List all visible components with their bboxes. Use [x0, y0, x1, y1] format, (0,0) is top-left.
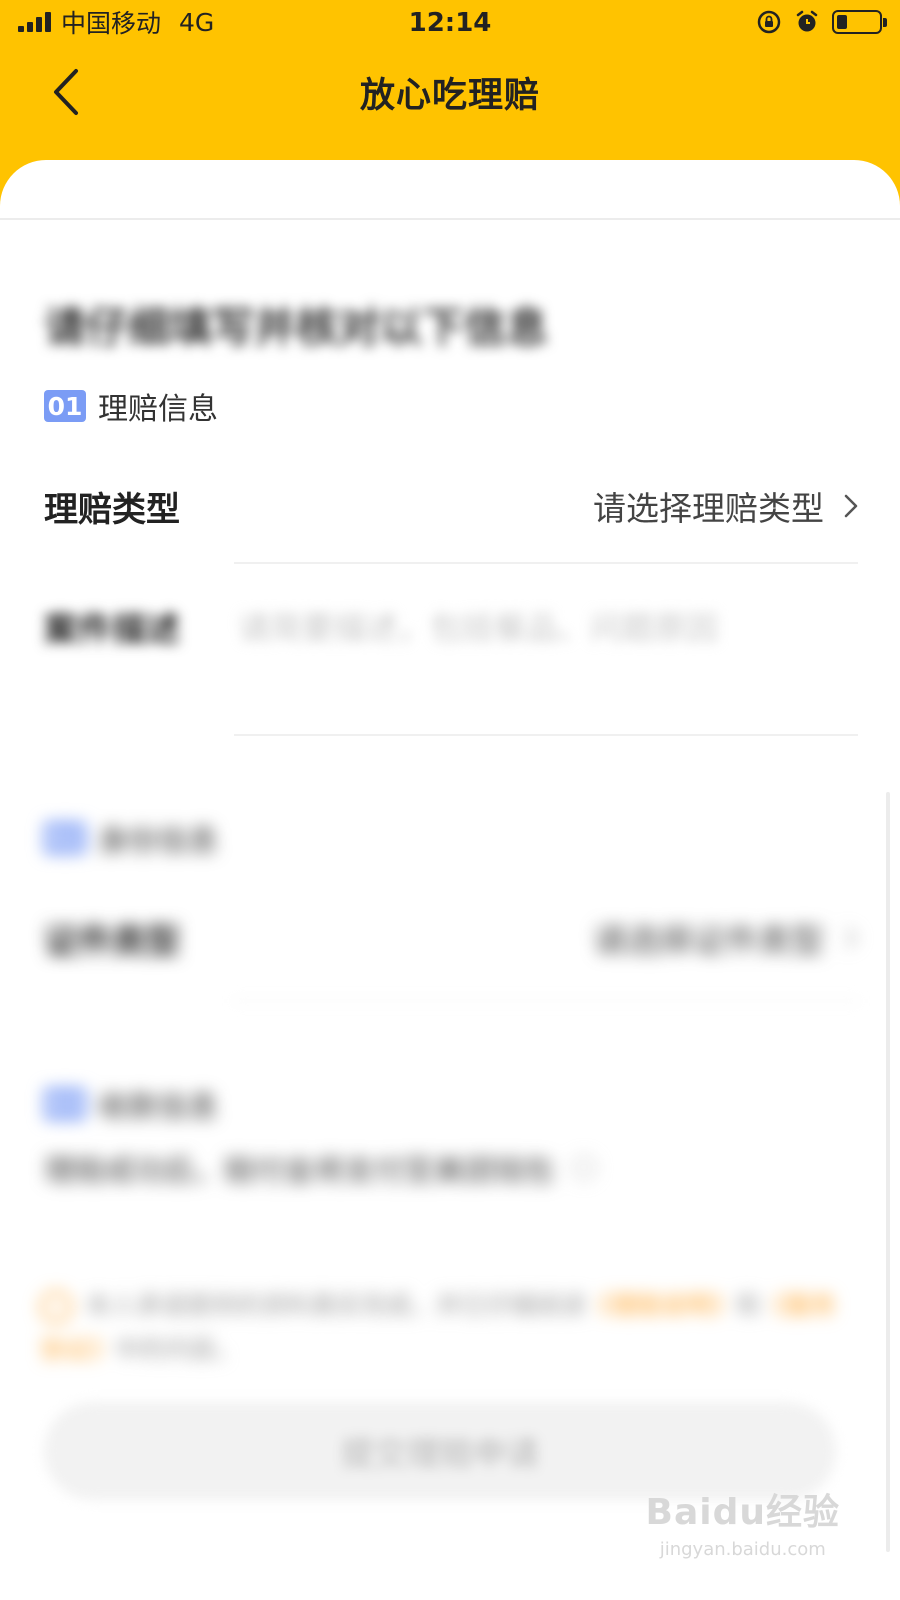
section-number-badge: 02: [44, 822, 86, 854]
page-title: 放心吃理赔: [359, 75, 540, 116]
payout-note: 理赔成功后，赔付金将支付至美团钱包: [44, 1154, 554, 1189]
section-title: 理赔信息: [98, 392, 218, 427]
section-title: 身份信息: [98, 824, 218, 859]
divider: [234, 1000, 858, 1002]
watermark-url: jingyan.baidu.com: [659, 1539, 826, 1560]
divider: [0, 218, 900, 220]
baidu-watermark: Baidu经验 jingyan.baidu.com: [646, 1483, 840, 1560]
section-header-payment-info: 03 收款信息: [44, 1082, 218, 1126]
status-bar: 中国移动 4G 12:14: [0, 0, 900, 44]
section-number-badge: 01: [44, 390, 86, 422]
navigation-bar: 放心吃理赔: [0, 44, 900, 140]
info-icon[interactable]: [572, 1156, 596, 1180]
section-header-identity-info: 02 身份信息: [44, 816, 218, 860]
section-header-claim-info: 01 理赔信息: [44, 384, 218, 428]
section-number-badge: 03: [44, 1088, 86, 1120]
id-type-label: 证件类型: [44, 921, 180, 962]
battery-icon: [832, 10, 887, 34]
back-button[interactable]: [46, 68, 86, 116]
claim-form-card: 请仔细填写并核对以下信息 01 理赔信息 理赔类型 请选择理赔类型 案件描述 请…: [0, 160, 900, 1600]
case-description-label: 案件描述: [44, 609, 180, 650]
claim-type-select[interactable]: 请选择理赔类型: [593, 482, 858, 530]
case-description-input[interactable]: 请简要描述，包括餐品、问题原因: [238, 603, 718, 649]
case-description-row[interactable]: 案件描述 请简要描述，包括餐品、问题原因: [44, 600, 858, 652]
scrollbar[interactable]: [886, 792, 890, 1552]
agreement-conjunction: 和: [736, 1291, 762, 1320]
claim-terms-link[interactable]: 《理赔说明》: [586, 1291, 736, 1320]
battery-level: [837, 15, 847, 29]
chevron-right-icon: [844, 926, 858, 950]
agreement-text: 本人承诺提供的资料真实完成，并已仔细阅读: [86, 1291, 587, 1320]
divider: [234, 734, 858, 736]
claim-type-row[interactable]: 理赔类型 请选择理赔类型: [44, 480, 858, 532]
checkbox-icon[interactable]: [40, 1291, 72, 1323]
id-type-row[interactable]: 证件类型 请选择证件类型: [44, 912, 858, 964]
form-intro-text: 请仔细填写并核对以下信息: [44, 303, 549, 352]
watermark-logo-text: Baidu经验: [645, 1492, 840, 1533]
section-title: 收款信息: [98, 1090, 218, 1125]
claim-type-placeholder: 请选择理赔类型: [593, 489, 824, 528]
id-type-placeholder: 请选择证件类型: [593, 921, 824, 960]
claim-type-label: 理赔类型: [44, 489, 180, 530]
chevron-right-icon: [844, 494, 858, 518]
status-time: 12:14: [408, 8, 492, 38]
id-type-select[interactable]: 请选择证件类型: [593, 914, 858, 962]
payout-note-row: 理赔成功后，赔付金将支付至美团钱包: [44, 1144, 858, 1192]
agreement-text-end: 中的内容。: [115, 1335, 241, 1364]
divider: [234, 562, 858, 564]
chevron-left-icon: [54, 69, 78, 115]
agreement-notice: 本人承诺提供的资料真实完成，并已仔细阅读《理赔说明》和《服务协议》中的内容。: [40, 1284, 860, 1372]
